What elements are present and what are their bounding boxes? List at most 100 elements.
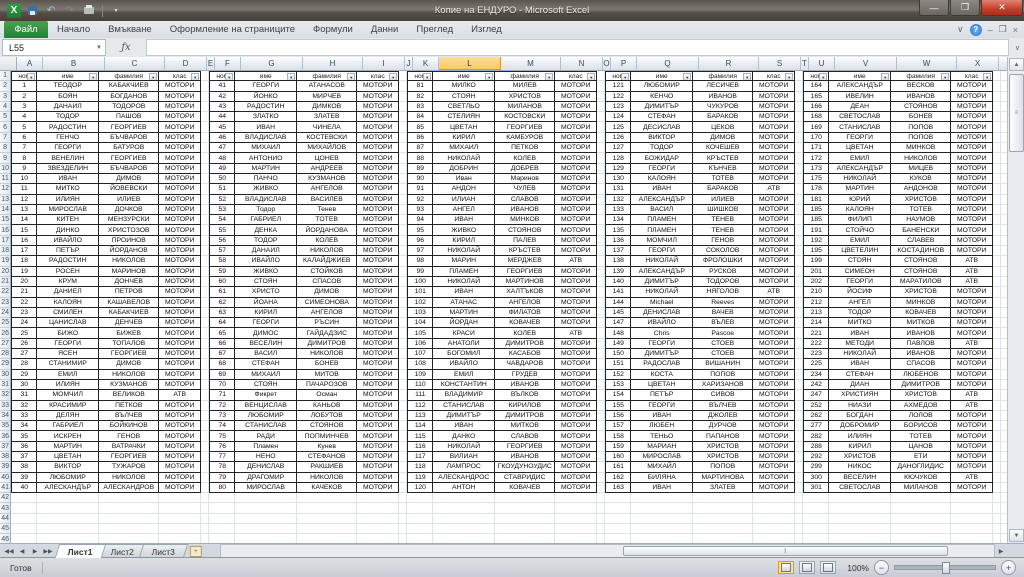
cell[interactable]: МОТОРИ [357, 318, 400, 329]
cell[interactable]: МОТОРИ [357, 194, 400, 205]
cell[interactable]: МОТОРИ [159, 153, 202, 164]
cell[interactable]: 23 [11, 307, 38, 319]
separator-cell[interactable] [993, 297, 1002, 308]
cell[interactable]: ИСКРЕН [37, 431, 100, 442]
cell[interactable]: 221 [803, 328, 830, 339]
row-header-44[interactable]: 44 [0, 514, 11, 525]
empty-cell[interactable] [693, 503, 754, 514]
cell[interactable]: 16 [11, 235, 38, 247]
cell[interactable]: МОТОРИ [159, 184, 202, 195]
cell[interactable]: МОТОРИ [357, 246, 400, 257]
empty-cell[interactable] [159, 524, 202, 535]
row-header-21[interactable]: 21 [0, 277, 11, 288]
cell[interactable]: МОТОРИ [555, 369, 598, 380]
cell[interactable]: ДУРЧОВ [693, 421, 754, 432]
cell[interactable]: 157 [605, 421, 632, 432]
separator-cell[interactable] [597, 256, 606, 267]
separator-cell[interactable] [201, 276, 210, 288]
cell[interactable]: БАНЕНСКИ [891, 225, 952, 236]
cell[interactable]: Pascoe [693, 328, 754, 339]
vertical-scroll-thumb[interactable]: ≡ [1009, 74, 1024, 152]
cell[interactable]: МОТОРИ [951, 379, 994, 391]
cell[interactable]: ВЕНЦИСЛАВ [235, 400, 298, 411]
cell[interactable]: 30 [11, 379, 38, 391]
cell[interactable]: МОТОРИ [951, 318, 994, 329]
cell[interactable]: РАДОСТИН [37, 256, 100, 267]
cell[interactable]: ИЛИЕВ [99, 194, 160, 205]
cell[interactable]: АЛЕСКАНДРОС [433, 472, 496, 483]
cell[interactable]: 59 [209, 266, 236, 277]
cell[interactable]: КЮЧУКОВ [891, 472, 952, 483]
cell[interactable]: НИКОЛОВ [891, 153, 952, 164]
cell[interactable]: Тенев [297, 204, 358, 216]
cell[interactable]: РУСКОВ [693, 266, 754, 277]
separator-cell[interactable] [795, 503, 804, 514]
cell[interactable]: СТЕЛИЯН [433, 112, 496, 123]
cell[interactable]: ПЕТЪР [631, 390, 694, 401]
separator-cell[interactable] [993, 318, 1002, 329]
row-header-11[interactable]: 11 [0, 174, 11, 185]
cell[interactable]: МИХАИЛ [235, 143, 298, 154]
cell[interactable]: РАДОСТИН [37, 122, 100, 133]
cell[interactable]: АТВ [951, 276, 994, 288]
column-header-Q[interactable]: Q [637, 57, 699, 70]
header-cell-клас[interactable]: клас ▼ [753, 71, 796, 82]
filter-dropdown-icon[interactable]: ▼ [89, 73, 98, 81]
cell[interactable]: ЛЮБЕН [631, 421, 694, 432]
separator-cell[interactable] [399, 338, 408, 350]
separator-cell[interactable] [201, 204, 210, 216]
cell[interactable]: 120 [407, 482, 434, 494]
cell[interactable]: 125 [605, 122, 632, 133]
cell[interactable]: ДОЧКОВ [99, 204, 160, 216]
cell[interactable]: КИТЕН [37, 215, 100, 226]
cell[interactable]: ПЕТКОВ [99, 400, 160, 411]
separator-cell[interactable] [201, 246, 210, 257]
separator-cell[interactable] [399, 513, 408, 525]
cell[interactable]: МОТОРИ [753, 379, 796, 391]
cell[interactable]: 138 [605, 256, 632, 267]
column-header-V[interactable]: V [835, 57, 897, 70]
cell[interactable]: СИМЕОН [829, 266, 892, 277]
cell[interactable]: МОТОРИ [753, 349, 796, 360]
cell[interactable]: ЦЕКОВ [693, 122, 754, 133]
separator-cell[interactable] [201, 431, 210, 442]
cell[interactable]: КОСТА [631, 369, 694, 380]
cell[interactable]: ИВАНОВ [891, 349, 952, 360]
empty-cell[interactable] [803, 513, 830, 525]
cell[interactable]: МОТОРИ [159, 91, 202, 102]
cell[interactable]: МИЛКО [433, 81, 496, 92]
cell[interactable]: МОТОРИ [951, 235, 994, 247]
cell[interactable]: БАТУРОВ [99, 143, 160, 154]
cell[interactable]: ТОДОР [235, 235, 298, 247]
cell[interactable]: КИРИЛ [433, 235, 496, 247]
empty-cell[interactable] [297, 513, 358, 525]
cell[interactable]: ДИНКО [37, 225, 100, 236]
cell[interactable]: КОСТОВСКИ [495, 112, 556, 123]
row-header-18[interactable]: 18 [0, 246, 11, 257]
workbook-close-icon[interactable]: × [1013, 25, 1018, 35]
cell[interactable]: 22 [11, 297, 38, 308]
separator-cell[interactable] [795, 266, 804, 277]
redo-icon[interactable]: ↷ [62, 3, 78, 18]
separator-cell[interactable] [597, 91, 606, 102]
cell[interactable]: ВИЛИАН [433, 451, 496, 463]
cell[interactable]: ЗЛАТЕВ [693, 482, 754, 494]
separator-cell[interactable] [597, 482, 606, 494]
cell[interactable]: ВИШАНИН [693, 359, 754, 370]
zoom-slider[interactable] [894, 562, 996, 574]
cell[interactable]: ПАЛЕВ [495, 235, 556, 247]
row-header-45[interactable]: 45 [0, 524, 11, 535]
header-cell-ном[interactable]: ном ▼ [11, 71, 38, 82]
cell[interactable]: ХРИСТИЯН [829, 390, 892, 401]
cell[interactable]: АТВ [159, 390, 202, 401]
cell[interactable]: ДЖОЛЕВ [693, 410, 754, 422]
empty-cell[interactable] [11, 503, 38, 514]
cell[interactable]: ВЕЛИКОВ [99, 390, 160, 401]
cell[interactable]: 292 [803, 451, 830, 463]
cell[interactable]: ХАРИЗАНОВ [693, 379, 754, 391]
empty-cell[interactable] [235, 493, 298, 504]
cell[interactable]: НИКОЛАЙ [433, 246, 496, 257]
cell[interactable]: НИКОЛАЙ [829, 349, 892, 360]
cell[interactable]: ГЕОРГИ [829, 132, 892, 144]
cell[interactable]: МОТОРИ [753, 369, 796, 380]
